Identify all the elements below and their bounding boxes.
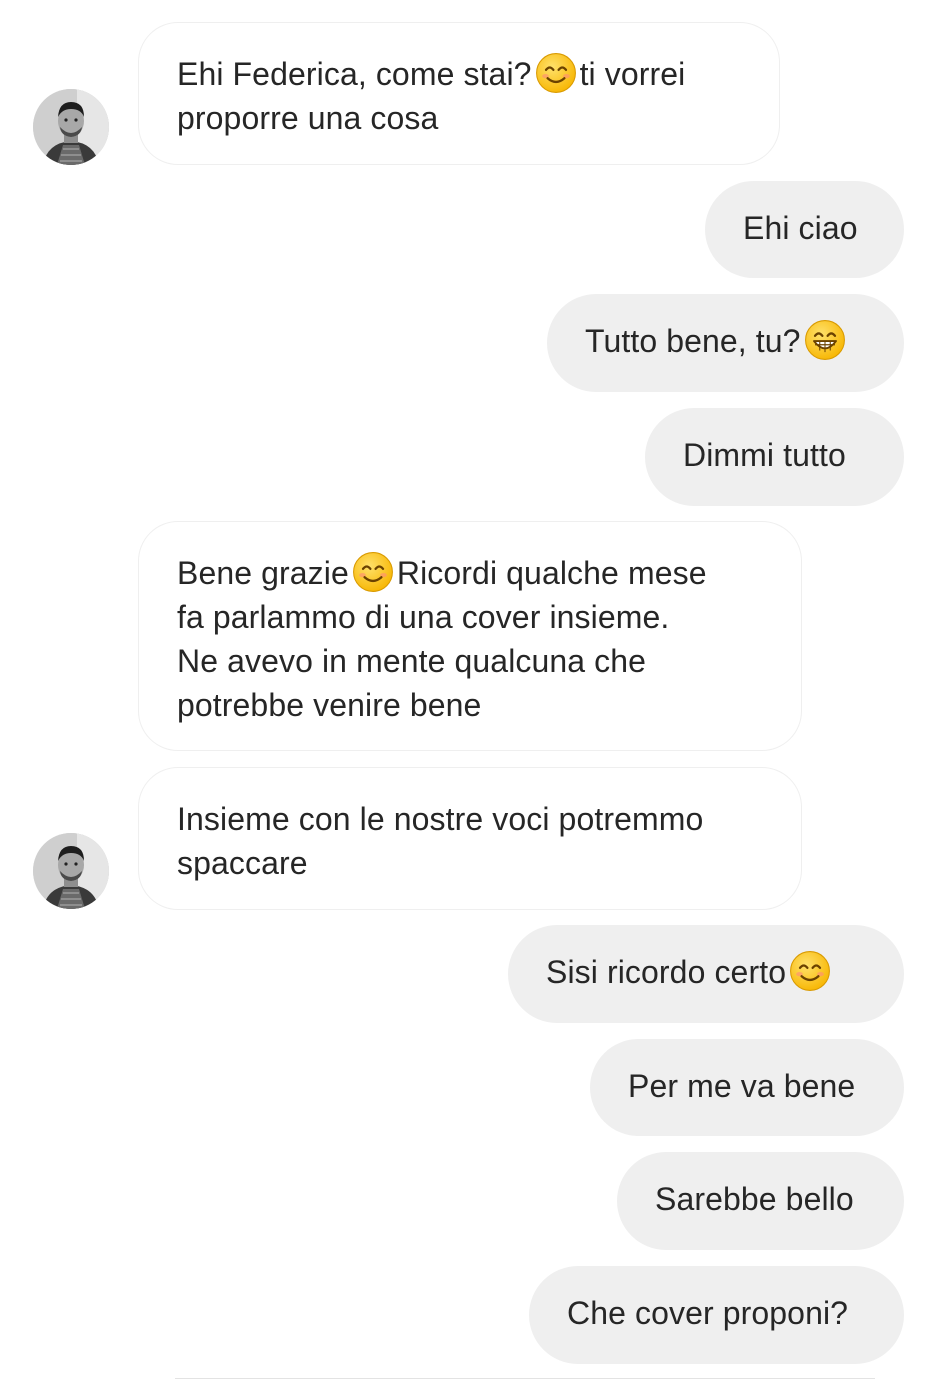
message-text: Dimmi tutto — [683, 437, 846, 473]
outgoing-message-3[interactable]: Dimmi tutto — [645, 408, 904, 506]
smiling-eyes-emoji-icon — [789, 950, 831, 992]
message-text: Che cover proponi? — [567, 1295, 849, 1331]
incoming-message-3[interactable]: Insieme con le nostre voci potremmo spac… — [138, 767, 802, 910]
contact-avatar[interactable] — [33, 833, 109, 909]
composer-divider — [175, 1378, 875, 1379]
contact-avatar[interactable] — [33, 89, 109, 165]
message-text: Sisi ricordo certo — [546, 954, 787, 990]
message-text: Ehi Federica, come stai? — [177, 56, 532, 92]
smiling-eyes-emoji-icon — [352, 551, 394, 593]
message-line: spaccare — [177, 845, 308, 881]
message-text: Tutto bene, tu? — [585, 323, 801, 359]
incoming-message-2[interactable]: Bene grazie Ricordi qualche mese fa parla… — [138, 521, 802, 751]
outgoing-message-7[interactable]: Che cover proponi? — [529, 1266, 904, 1364]
message-text: Per me va bene — [628, 1068, 856, 1104]
message-line: Insieme con le nostre voci potremmo — [177, 801, 704, 837]
message-line: Bene grazie Ricordi qualche mese — [177, 551, 765, 595]
message-line: potrebbe venire bene — [177, 687, 482, 723]
outgoing-message-2[interactable]: Tutto bene, tu? — [547, 294, 904, 392]
message-text: Ehi ciao — [743, 210, 858, 246]
message-text: Sarebbe bello — [655, 1181, 854, 1217]
message-line: Ne avevo in mente qualcuna che — [177, 643, 647, 679]
outgoing-message-5[interactable]: Per me va bene — [590, 1039, 904, 1136]
message-text: ti vorrei — [579, 56, 686, 92]
incoming-message-1[interactable]: Ehi Federica, come stai? ti vorrei propor… — [138, 22, 780, 165]
message-text: Ricordi qualche mese — [396, 555, 707, 591]
grinning-emoji-icon — [804, 319, 846, 361]
message-line: Ehi Federica, come stai? ti vorrei — [177, 52, 743, 96]
message-text: Bene grazie — [177, 555, 349, 591]
smiling-eyes-emoji-icon — [535, 52, 577, 94]
message-line: proporre una cosa — [177, 100, 439, 136]
outgoing-message-4[interactable]: Sisi ricordo certo — [508, 925, 904, 1023]
message-line: fa parlammo di una cover insieme. — [177, 599, 670, 635]
outgoing-message-1[interactable]: Ehi ciao — [705, 181, 904, 278]
outgoing-message-6[interactable]: Sarebbe bello — [617, 1152, 904, 1250]
